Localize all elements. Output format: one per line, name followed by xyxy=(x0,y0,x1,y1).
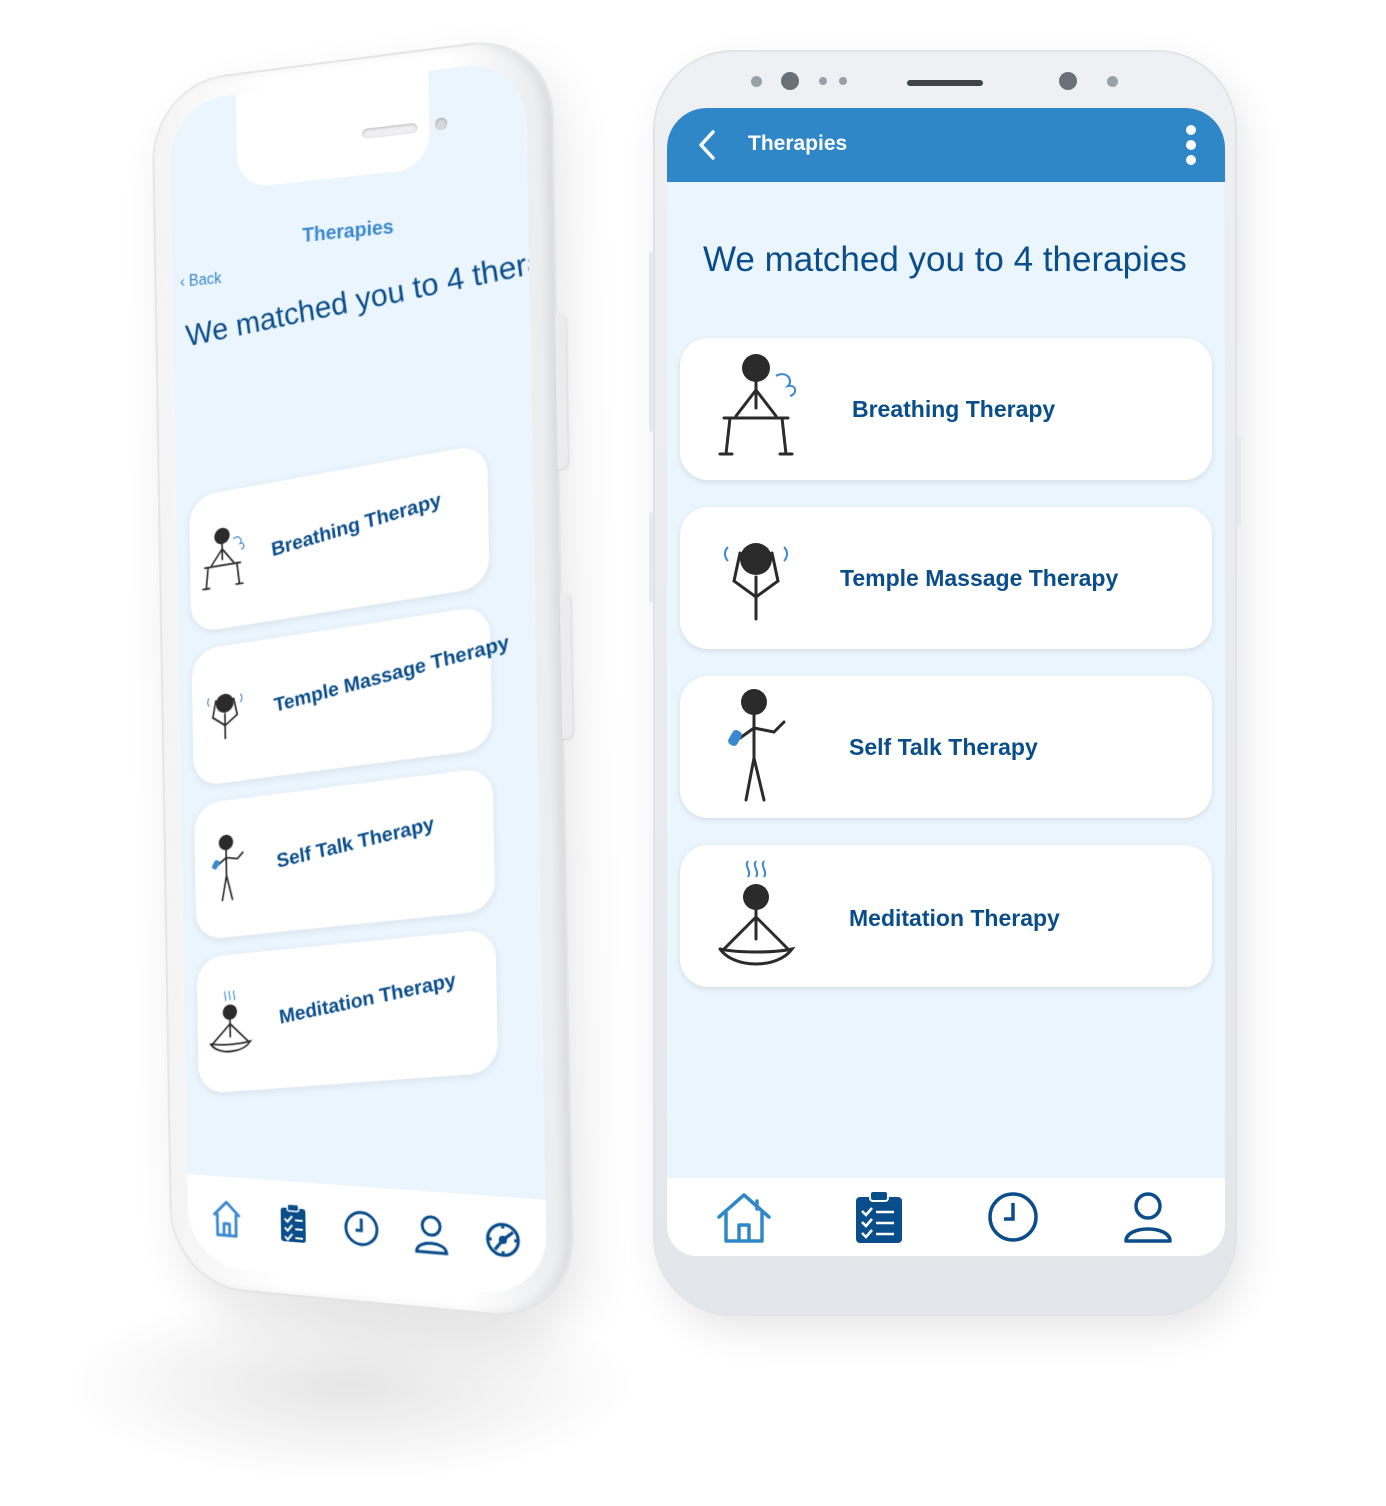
android-side-button xyxy=(649,512,653,602)
profile-icon[interactable] xyxy=(1117,1189,1179,1245)
clock-icon[interactable] xyxy=(342,1205,382,1252)
back-button[interactable]: ‹ Back xyxy=(180,270,222,291)
therapy-card-label: Meditation Therapy xyxy=(277,969,458,1029)
android-iris-camera xyxy=(1059,72,1077,90)
android-sensor xyxy=(819,77,827,85)
android-side-button xyxy=(1237,437,1241,527)
therapy-card-label: Self Talk Therapy xyxy=(275,812,436,873)
match-heading: We matched you to 4 therapies xyxy=(703,240,1187,279)
therapy-card-label: Meditation Therapy xyxy=(849,905,1060,931)
breathing-figure-icon xyxy=(198,526,255,612)
checklist-icon[interactable] xyxy=(848,1189,910,1245)
therapy-card-breathing[interactable]: Breathing Therapy xyxy=(680,338,1212,480)
android-sensor xyxy=(1107,76,1118,87)
profile-icon[interactable] xyxy=(411,1210,452,1258)
therapy-card-label: Self Talk Therapy xyxy=(849,734,1038,760)
therapy-card-label: Breathing Therapy xyxy=(852,396,1056,422)
temple-massage-figure-icon xyxy=(201,661,258,767)
checklist-icon[interactable] xyxy=(274,1200,313,1247)
self-talk-figure-icon xyxy=(211,833,261,920)
temple-massage-figure-icon xyxy=(724,543,788,621)
back-label: Back xyxy=(188,270,222,290)
breathing-figure-icon xyxy=(718,354,796,456)
iphone-frame: ‹ Back Therapies We matched you to 4 the… xyxy=(153,34,573,1321)
bottom-tab-bar xyxy=(187,1173,548,1298)
iphone-device: ‹ Back Therapies We matched you to 4 the… xyxy=(153,34,573,1321)
iphone-notch xyxy=(235,70,448,189)
android-sensor xyxy=(839,77,847,85)
clock-icon[interactable] xyxy=(982,1189,1044,1245)
therapy-card-self-talk[interactable]: Self Talk Therapy xyxy=(680,676,1212,818)
home-icon[interactable] xyxy=(713,1189,775,1245)
settings-icon[interactable] xyxy=(483,1216,525,1264)
match-heading: We matched you to 4 therapies xyxy=(183,229,548,354)
therapy-card-temple-massage[interactable]: Temple Massage Therapy xyxy=(680,507,1212,649)
page-title: Therapies xyxy=(748,132,848,155)
android-side-button xyxy=(649,252,653,432)
android-device: Therapies We matched you to 4 therapies … xyxy=(649,52,1241,1314)
android-speaker xyxy=(907,80,983,86)
meditation-figure-icon xyxy=(206,971,263,1074)
device-shadow xyxy=(70,1290,630,1480)
android-sensor xyxy=(751,76,762,87)
page-title: Therapies xyxy=(302,216,394,247)
more-vertical-icon[interactable] xyxy=(1185,124,1197,166)
therapy-card-label: Temple Massage Therapy xyxy=(272,631,511,717)
bottom-tab-bar xyxy=(667,1178,1225,1256)
therapy-card-label: Temple Massage Therapy xyxy=(840,565,1119,591)
iphone-side-button xyxy=(559,593,573,739)
app-bar: Therapies xyxy=(667,108,1225,182)
therapy-card-meditation[interactable]: Meditation Therapy xyxy=(680,845,1212,987)
android-front-camera xyxy=(781,72,799,90)
iphone-screen: ‹ Back Therapies We matched you to 4 the… xyxy=(169,58,548,1298)
home-icon[interactable] xyxy=(207,1195,245,1241)
self-talk-figure-icon xyxy=(728,689,786,802)
therapy-card-temple-massage[interactable]: Temple Massage Therapy xyxy=(191,604,511,787)
chevron-left-icon: ‹ xyxy=(179,273,185,291)
back-arrow-icon[interactable] xyxy=(693,128,723,162)
iphone-camera xyxy=(435,117,448,131)
iphone-side-button xyxy=(554,313,568,470)
therapy-card-breathing[interactable]: Breathing Therapy xyxy=(188,443,490,634)
therapy-card-label: Breathing Therapy xyxy=(270,489,443,562)
therapy-card-self-talk[interactable]: Self Talk Therapy xyxy=(194,766,496,941)
meditation-figure-icon xyxy=(718,860,796,966)
android-screen: Therapies We matched you to 4 therapies … xyxy=(667,108,1225,1256)
iphone-speaker xyxy=(362,122,418,140)
therapy-card-meditation[interactable]: Meditation Therapy xyxy=(196,928,498,1095)
